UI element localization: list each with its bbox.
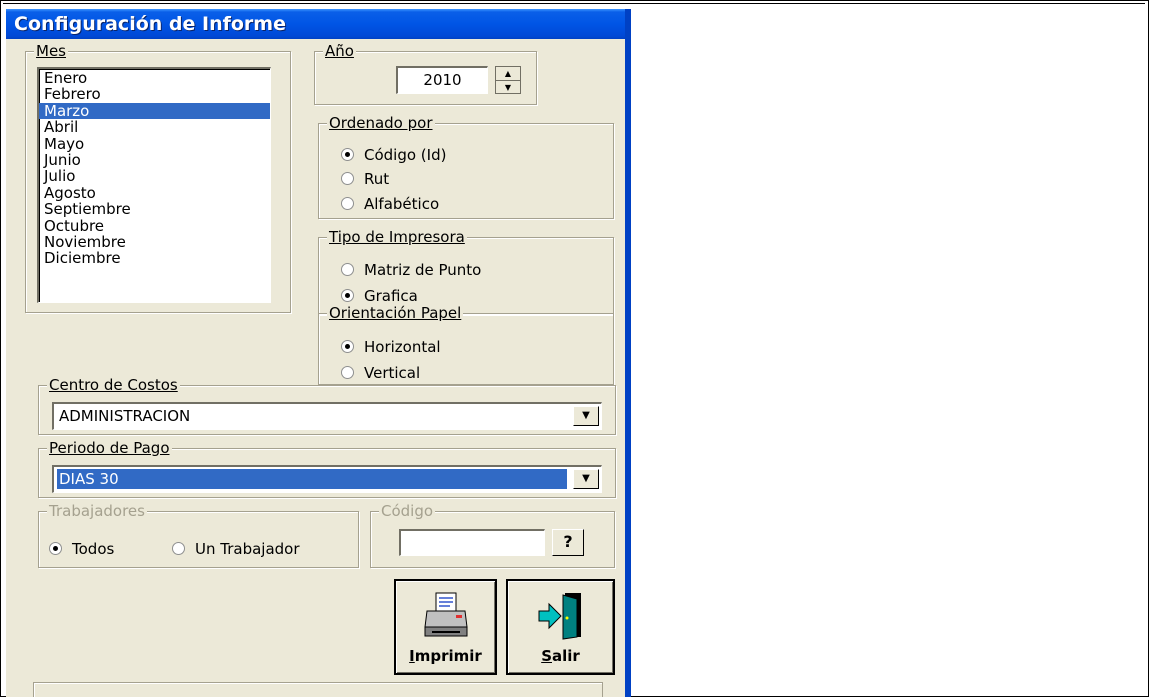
printer-radio-graphic[interactable]: Grafica — [341, 286, 418, 306]
radio-icon — [341, 340, 354, 353]
code-group-label: Código — [379, 502, 436, 520]
year-group: Año 2010 ▲ ▼ — [314, 43, 537, 105]
radio-icon — [341, 197, 354, 210]
radio-icon — [49, 542, 62, 555]
year-spinner[interactable]: ▲ ▼ — [495, 66, 521, 94]
spin-up-icon[interactable]: ▲ — [496, 67, 520, 80]
printer-option-label: Matriz de Punto — [364, 261, 482, 279]
window-title: Configuración de Informe — [6, 9, 631, 39]
month-list-item[interactable]: Junio — [39, 152, 270, 168]
year-input[interactable]: 2010 — [396, 66, 488, 94]
cost-center-select[interactable]: ADMINISTRACION ▼ — [52, 402, 602, 430]
radio-icon — [341, 263, 354, 276]
code-help-button[interactable]: ? — [552, 529, 584, 556]
printer-type-group: Tipo de Impresora Matriz de Punto Grafic… — [318, 229, 614, 315]
exit-button[interactable]: Salir — [506, 579, 615, 675]
month-group-label: Mes — [34, 42, 68, 60]
month-list-item[interactable]: Marzo — [39, 103, 270, 120]
month-group: Mes Enero Febrero Marzo Abril Mayo Junio Julio… — [25, 43, 291, 313]
month-list-item[interactable]: Febrero — [39, 86, 270, 102]
radio-icon — [341, 148, 354, 161]
month-list-item[interactable]: Septiembre — [39, 201, 270, 217]
status-bar — [33, 682, 603, 697]
radio-icon — [341, 289, 354, 302]
orientation-group: Orientación Papel Horizontal Vertical — [318, 305, 614, 385]
orientation-option-label: Horizontal — [364, 338, 441, 356]
sort-group: Ordenado por Código (Id) Rut Alfabético — [318, 115, 614, 219]
pay-period-group: Periodo de Pago DIAS 30 ▼ — [38, 440, 616, 498]
month-listbox[interactable]: Enero Febrero Marzo Abril Mayo Junio Julio Agos… — [37, 67, 271, 303]
code-input[interactable] — [399, 529, 545, 556]
printer-option-label: Grafica — [364, 287, 418, 305]
radio-icon — [172, 542, 185, 555]
pay-period-select[interactable]: DIAS 30 ▼ — [52, 465, 602, 493]
month-list-item[interactable]: Octubre — [39, 217, 270, 234]
frame-divider — [3, 3, 1145, 4]
month-list-item[interactable]: Noviembre — [39, 234, 270, 250]
pay-period-group-label: Periodo de Pago — [47, 439, 172, 457]
sort-option-label: Código (Id) — [364, 146, 447, 164]
workers-group-label: Trabajadores — [47, 502, 147, 520]
printer-radio-dot-matrix[interactable]: Matriz de Punto — [341, 260, 481, 280]
month-list-item[interactable]: Abril — [39, 119, 270, 135]
orientation-group-label: Orientación Papel — [327, 304, 464, 322]
print-button[interactable]: Imprimir — [394, 579, 497, 675]
workers-option-label: Todos — [72, 540, 115, 558]
cost-center-value: ADMINISTRACION — [59, 407, 191, 425]
pay-period-value: DIAS 30 — [57, 469, 567, 489]
month-list-item[interactable]: Mayo — [39, 135, 270, 152]
workers-radio-one[interactable]: Un Trabajador — [172, 539, 300, 559]
exit-button-label: Salir — [541, 647, 580, 665]
sort-option-label: Alfabético — [364, 195, 440, 213]
spin-down-icon[interactable]: ▼ — [496, 80, 520, 94]
radio-icon — [341, 172, 354, 185]
year-group-label: Año — [323, 42, 356, 60]
workers-radio-all[interactable]: Todos — [49, 539, 114, 559]
printer-type-group-label: Tipo de Impresora — [327, 228, 467, 246]
sort-radio-alpha[interactable]: Alfabético — [341, 194, 439, 214]
print-button-label: Imprimir — [409, 647, 482, 665]
report-config-window: Configuración de Informe Mes Enero Febrer… — [6, 9, 631, 697]
window-border — [625, 9, 631, 697]
month-list-item[interactable]: Diciembre — [39, 250, 270, 266]
code-group: Código ? — [370, 503, 615, 568]
workers-option-label: Un Trabajador — [195, 540, 300, 558]
orientation-radio-horizontal[interactable]: Horizontal — [341, 337, 441, 357]
printer-icon — [423, 592, 468, 637]
dropdown-arrow-icon[interactable]: ▼ — [573, 406, 599, 426]
sort-group-label: Ordenado por — [327, 114, 435, 132]
cost-center-group: Centro de Costos ADMINISTRACION ▼ — [38, 377, 616, 435]
sort-radio-rut[interactable]: Rut — [341, 169, 389, 189]
exit-door-icon — [538, 593, 581, 640]
month-list-item[interactable]: Agosto — [39, 185, 270, 201]
month-list-item[interactable]: Julio — [39, 168, 270, 184]
sort-option-label: Rut — [364, 170, 390, 188]
workers-group: Trabajadores Todos Un Trabajador — [38, 503, 359, 568]
dropdown-arrow-icon[interactable]: ▼ — [573, 469, 599, 489]
sort-radio-code[interactable]: Código (Id) — [341, 145, 446, 165]
month-list-item[interactable]: Enero — [39, 70, 270, 86]
cost-center-group-label: Centro de Costos — [47, 376, 180, 394]
